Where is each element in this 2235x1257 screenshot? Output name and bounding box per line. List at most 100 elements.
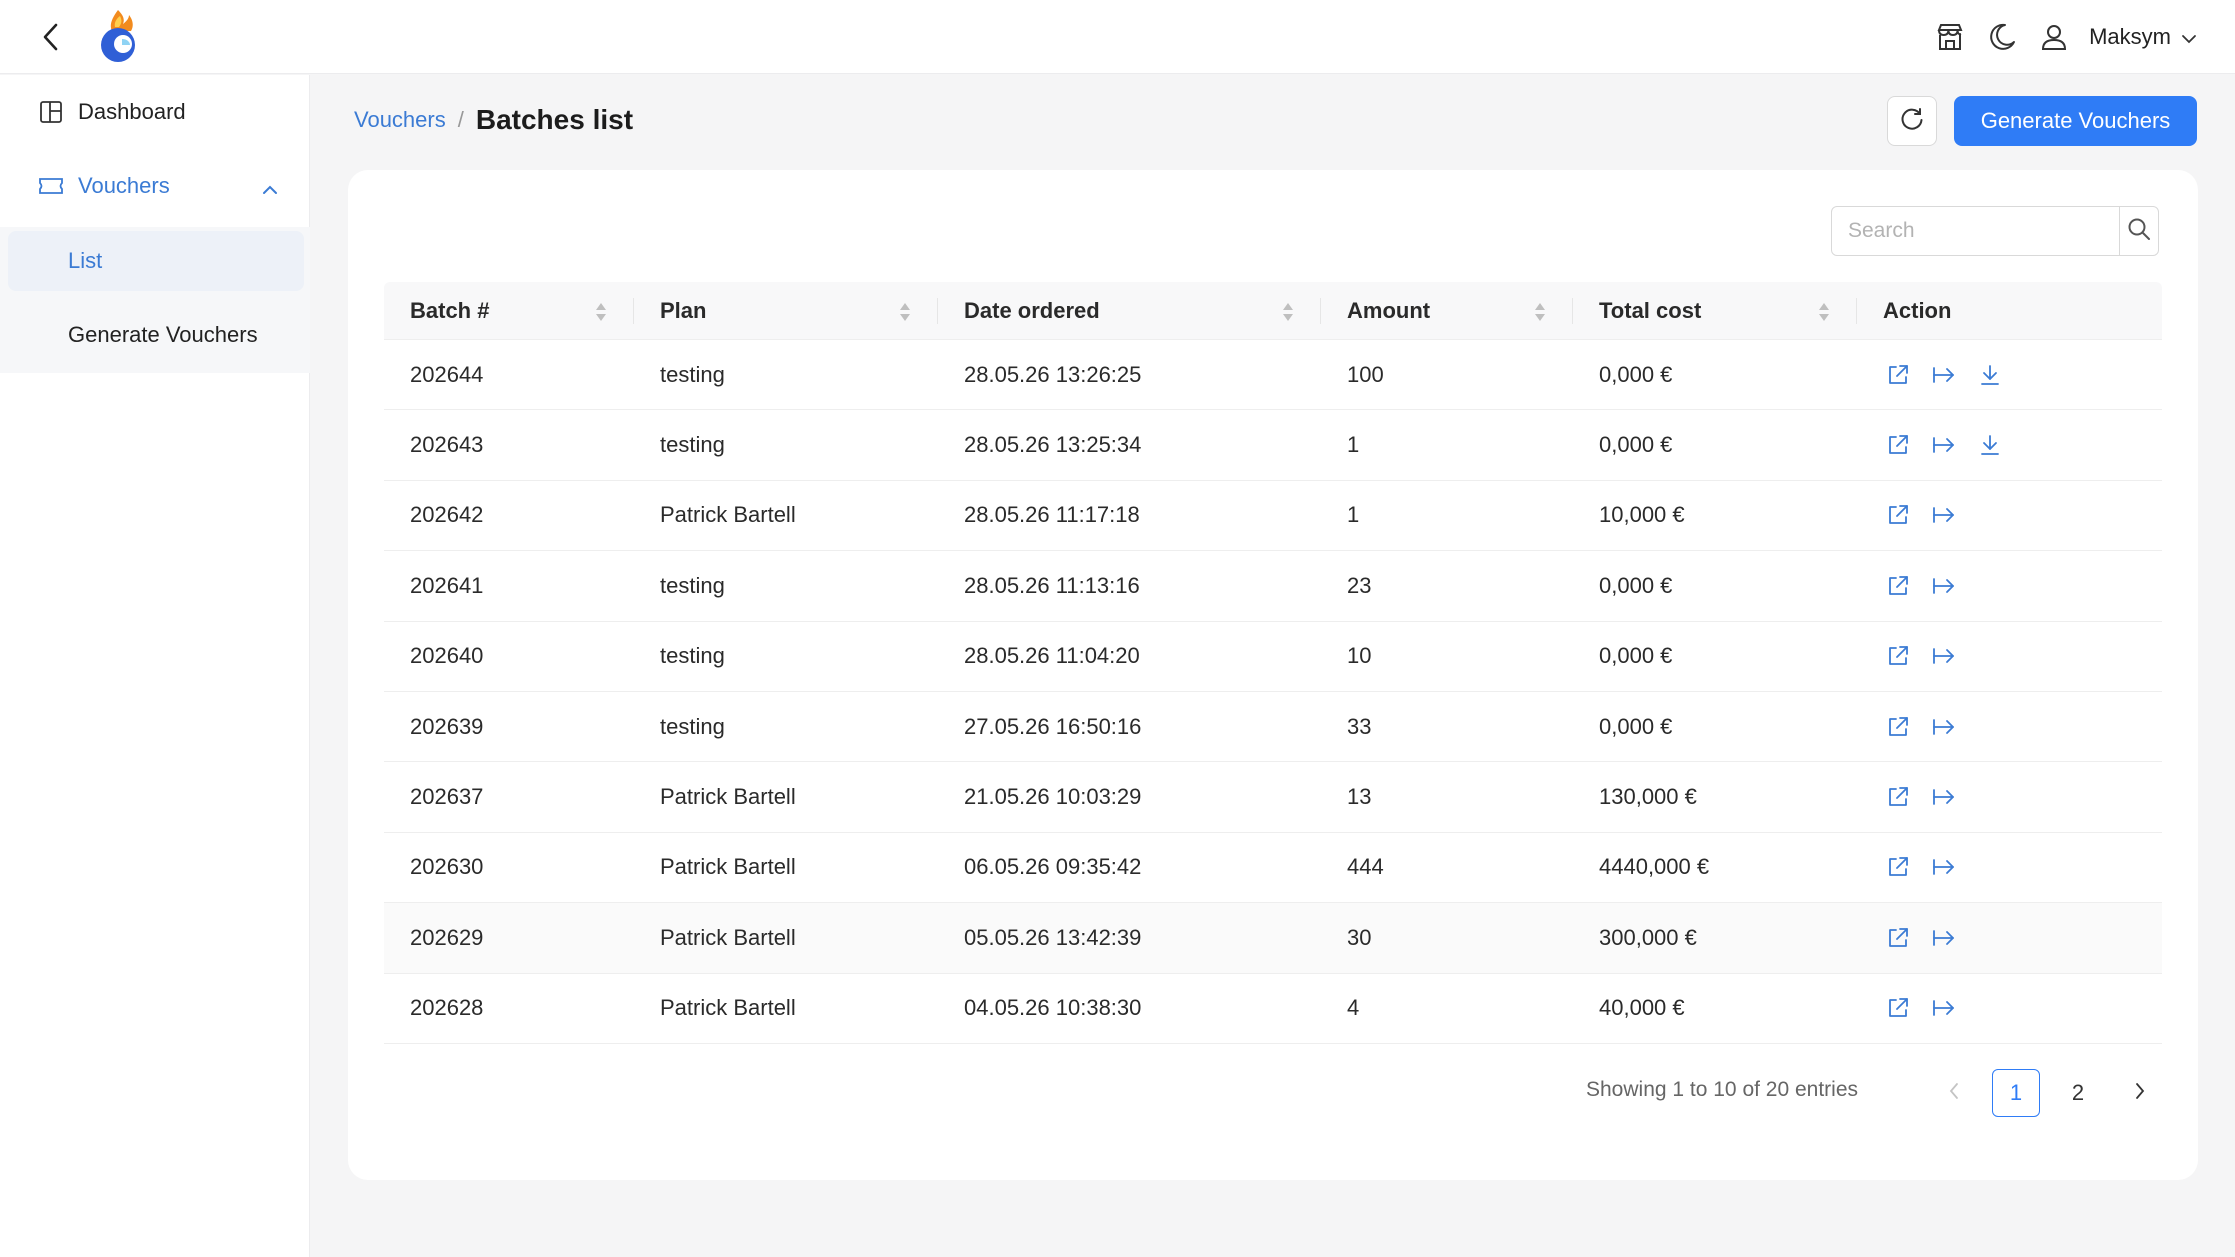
cell-plan: Patrick Bartell <box>660 784 796 810</box>
column-label: Date ordered <box>964 297 1100 323</box>
table-row: 202644 testing 28.05.26 13:26:25 100 0,000 € <box>384 340 2162 411</box>
cell-total-cost: 0,000 € <box>1599 432 1673 458</box>
cell-batch: 202642 <box>410 502 484 528</box>
cell-total-cost: 0,000 € <box>1599 713 1673 739</box>
breadcrumb: Vouchers / Batches list <box>354 104 633 136</box>
open-external-icon[interactable] <box>1883 782 1913 812</box>
page-button-2[interactable]: 2 <box>2054 1069 2102 1117</box>
sidebar-subitem-list[interactable]: List <box>8 231 304 291</box>
table-header: Batch # Plan Date ordered Amount Total c <box>384 282 2162 340</box>
app-logo[interactable] <box>92 6 142 66</box>
refresh-button[interactable] <box>1887 96 1937 146</box>
column-label: Total cost <box>1599 297 1702 323</box>
table-row: 202642 Patrick Bartell 28.05.26 11:17:18 1 1… <box>384 481 2162 552</box>
back-arrow-icon[interactable] <box>32 18 70 56</box>
export-arrow-icon[interactable] <box>1929 571 1959 601</box>
cell-total-cost: 0,000 € <box>1599 361 1673 387</box>
sidebar-subitem-label: Generate Vouchers <box>68 322 258 347</box>
export-arrow-icon[interactable] <box>1929 923 1959 953</box>
cell-actions <box>1857 993 2162 1023</box>
export-arrow-icon[interactable] <box>1929 782 1959 812</box>
breadcrumb-link-vouchers[interactable]: Vouchers <box>354 107 446 133</box>
export-arrow-icon[interactable] <box>1929 852 1959 882</box>
open-external-icon[interactable] <box>1883 712 1913 742</box>
store-icon[interactable] <box>1933 20 1967 54</box>
page-button-1[interactable]: 1 <box>1992 1069 2040 1117</box>
column-label: Action <box>1883 297 1952 323</box>
cell-amount: 10 <box>1347 643 1372 669</box>
cell-date-ordered: 27.05.26 16:50:16 <box>964 713 1142 739</box>
column-header-plan[interactable]: Plan <box>634 282 938 340</box>
search-button[interactable] <box>2119 207 2158 255</box>
sidebar-item-dashboard[interactable]: Dashboard <box>0 75 310 149</box>
cell-total-cost: 130,000 € <box>1599 784 1697 810</box>
open-external-icon[interactable] <box>1883 923 1913 953</box>
open-external-icon[interactable] <box>1883 500 1913 530</box>
prev-page-button[interactable] <box>1930 1069 1978 1117</box>
cell-plan: testing <box>660 572 725 598</box>
table-row: 202637 Patrick Bartell 21.05.26 10:03:29 13… <box>384 762 2162 833</box>
cell-actions <box>1857 571 2162 601</box>
sort-icon[interactable] <box>1281 302 1295 322</box>
open-external-icon[interactable] <box>1883 641 1913 671</box>
table-row: 202630 Patrick Bartell 06.05.26 09:35:42 44… <box>384 833 2162 904</box>
export-arrow-icon[interactable] <box>1929 500 1959 530</box>
cell-date-ordered: 28.05.26 13:26:25 <box>964 361 1142 387</box>
page-title: Batches list <box>475 104 634 135</box>
column-header-amount[interactable]: Amount <box>1321 282 1573 340</box>
table-row: 202628 Patrick Bartell 04.05.26 10:38:30 4 4… <box>384 974 2162 1044</box>
generate-vouchers-button[interactable]: Generate Vouchers <box>1954 96 2197 146</box>
download-icon[interactable] <box>1975 360 2005 390</box>
download-icon[interactable] <box>1975 430 2005 460</box>
open-external-icon[interactable] <box>1883 571 1913 601</box>
export-arrow-icon[interactable] <box>1929 712 1959 742</box>
sort-icon[interactable] <box>594 302 608 322</box>
moon-icon[interactable] <box>1985 20 2019 54</box>
sidebar-item-label: Dashboard <box>78 99 186 124</box>
cell-amount: 33 <box>1347 713 1372 739</box>
cell-batch: 202628 <box>410 995 484 1021</box>
sidebar-item-vouchers[interactable]: Vouchers <box>0 149 310 223</box>
search-box <box>1831 206 2159 256</box>
user-menu[interactable]: Maksym <box>2089 24 2197 50</box>
table-row: 202639 testing 27.05.26 16:50:16 33 0,000 € <box>384 692 2162 763</box>
export-arrow-icon[interactable] <box>1929 641 1959 671</box>
sort-icon[interactable] <box>898 302 912 322</box>
cell-actions <box>1857 923 2162 953</box>
sort-icon[interactable] <box>1817 302 1831 322</box>
chevron-up-icon <box>262 175 278 201</box>
export-arrow-icon[interactable] <box>1929 360 1959 390</box>
cell-amount: 30 <box>1347 924 1372 950</box>
sidebar-item-label: Vouchers <box>78 173 170 198</box>
cell-actions <box>1857 500 2162 530</box>
open-external-icon[interactable] <box>1883 360 1913 390</box>
export-arrow-icon[interactable] <box>1929 430 1959 460</box>
cell-plan: Patrick Bartell <box>660 924 796 950</box>
cell-amount: 1 <box>1347 432 1360 458</box>
breadcrumb-separator: / <box>457 107 464 132</box>
search-icon <box>2127 217 2151 246</box>
column-header-total-cost[interactable]: Total cost <box>1573 282 1857 340</box>
search-input[interactable] <box>1832 207 2119 255</box>
table-row: 202629 Patrick Bartell 05.05.26 13:42:39 30… <box>384 903 2162 974</box>
user-icon[interactable] <box>2037 20 2071 54</box>
cell-amount: 4 <box>1347 995 1360 1021</box>
column-header-date-ordered[interactable]: Date ordered <box>938 282 1321 340</box>
cell-actions <box>1857 712 2162 742</box>
cell-amount: 100 <box>1347 361 1384 387</box>
next-page-button[interactable] <box>2116 1069 2164 1117</box>
cell-actions <box>1857 641 2162 671</box>
batches-table: Batch # Plan Date ordered Amount Total c <box>384 282 2162 1044</box>
cell-total-cost: 10,000 € <box>1599 502 1685 528</box>
sidebar-subitem-generate-vouchers[interactable]: Generate Vouchers <box>8 305 304 365</box>
open-external-icon[interactable] <box>1883 852 1913 882</box>
sort-icon[interactable] <box>1533 302 1547 322</box>
cell-batch: 202630 <box>410 854 484 880</box>
sidebar: Dashboard Vouchers List Generate Voucher… <box>0 75 310 1257</box>
column-header-batch[interactable]: Batch # <box>384 282 634 340</box>
open-external-icon[interactable] <box>1883 430 1913 460</box>
cell-amount: 444 <box>1347 854 1384 880</box>
open-external-icon[interactable] <box>1883 993 1913 1023</box>
export-arrow-icon[interactable] <box>1929 993 1959 1023</box>
column-label: Batch # <box>410 297 490 323</box>
